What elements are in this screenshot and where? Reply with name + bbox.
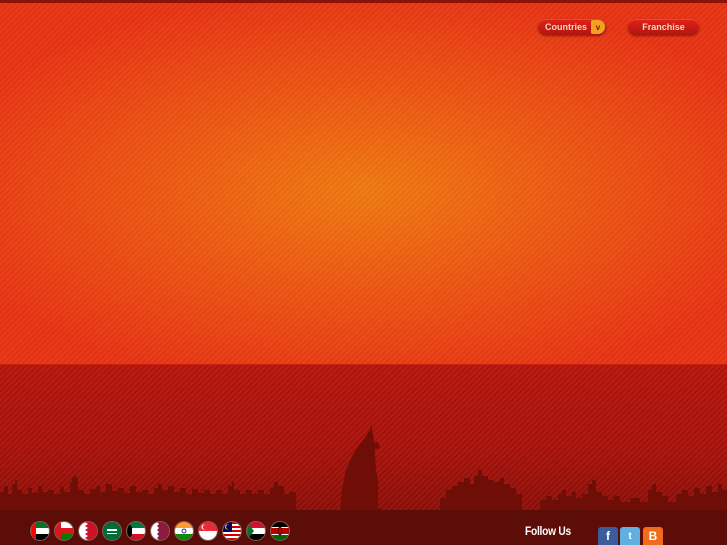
city-skyline-silhouette (0, 424, 727, 512)
follow-us-label: Follow Us (525, 524, 571, 538)
flag-kenya-icon[interactable] (271, 522, 289, 540)
countries-dropdown-button[interactable]: Countries v (538, 19, 606, 35)
franchise-label: Franchise (642, 22, 685, 32)
sky-background (0, 3, 727, 364)
chevron-down-icon[interactable]: v (591, 20, 605, 34)
flag-singapore-icon[interactable] (199, 522, 217, 540)
flag-uae-icon[interactable] (31, 522, 49, 540)
flag-sudan-icon[interactable] (247, 522, 265, 540)
flag-malaysia-icon[interactable] (223, 522, 241, 540)
blogger-icon[interactable]: B (643, 527, 663, 545)
flag-bahrain-icon[interactable] (79, 522, 97, 540)
twitter-icon[interactable]: t (620, 527, 640, 545)
flag-saudi-arabia-icon[interactable] (103, 522, 121, 540)
franchise-button[interactable]: Franchise (628, 19, 699, 35)
flag-qatar-icon[interactable] (151, 522, 169, 540)
flag-kuwait-icon[interactable] (127, 522, 145, 540)
countries-label: Countries (545, 22, 588, 32)
flag-oman-icon[interactable] (55, 522, 73, 540)
country-flag-list (31, 522, 289, 540)
flag-india-icon[interactable] (175, 522, 193, 540)
facebook-icon[interactable]: f (598, 527, 618, 545)
